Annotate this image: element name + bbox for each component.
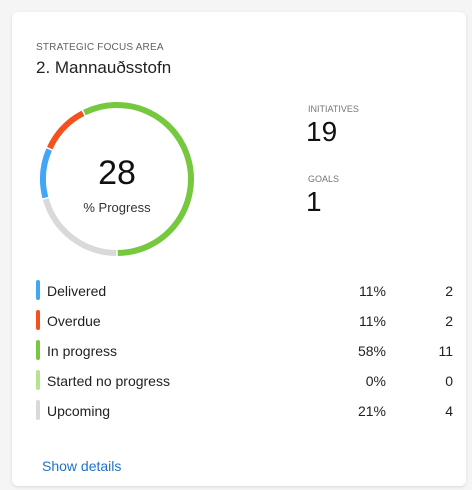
legend-label: Started no progress bbox=[47, 373, 170, 389]
legend-percent: 0% bbox=[365, 373, 386, 389]
legend-label: Overdue bbox=[47, 313, 101, 329]
legend-percent: 11% bbox=[359, 283, 386, 299]
card-title: 2. Mannauðsstofn bbox=[36, 58, 172, 77]
legend-count: 0 bbox=[445, 373, 453, 389]
initiatives-label: INITIATIVES bbox=[308, 104, 359, 114]
show-details-link[interactable]: Show details bbox=[42, 458, 121, 474]
legend-row-delivered: Delivered 11% 2 bbox=[36, 276, 466, 306]
legend-label: In progress bbox=[47, 343, 118, 359]
card-eyebrow: STRATEGIC FOCUS AREA bbox=[36, 42, 164, 53]
legend-count: 2 bbox=[445, 283, 453, 299]
legend-percent: 21% bbox=[357, 403, 386, 419]
legend-count: 2 bbox=[445, 313, 453, 329]
legend-percent: 58% bbox=[357, 343, 386, 359]
legend-label: Upcoming bbox=[47, 403, 111, 419]
started-no-progress-color-bar bbox=[36, 370, 40, 390]
focus-area-card: STRATEGIC FOCUS AREA 2. Mannauðsstofn 28… bbox=[12, 12, 466, 486]
delivered-color-bar bbox=[36, 280, 40, 300]
legend-count: 4 bbox=[445, 403, 453, 419]
upcoming-color-bar bbox=[36, 400, 40, 420]
legend-row-overdue: Overdue 11% 2 bbox=[36, 306, 466, 336]
progress-value: 28 bbox=[98, 154, 136, 192]
legend-label: Delivered bbox=[47, 283, 107, 299]
legend-row-in-progress: In progress 58% 11 bbox=[36, 336, 466, 366]
legend-count: 11 bbox=[438, 343, 453, 359]
in-progress-color-bar bbox=[36, 340, 40, 360]
donut-segment-overdue bbox=[47, 110, 85, 150]
initiatives-value: 19 bbox=[306, 116, 338, 147]
overdue-color-bar bbox=[36, 310, 40, 330]
goals-label: GOALS bbox=[308, 174, 340, 184]
legend-percent: 11% bbox=[359, 313, 386, 329]
legend-row-upcoming: Upcoming 21% 4 bbox=[36, 396, 466, 426]
progress-label: % Progress bbox=[83, 200, 151, 215]
legend-row-started-no-progress: Started no progress 0% 0 bbox=[36, 366, 466, 396]
status-legend: Delivered 11% 2 Overdue 11% 2 In progres… bbox=[36, 276, 466, 426]
goals-value: 1 bbox=[306, 186, 322, 217]
